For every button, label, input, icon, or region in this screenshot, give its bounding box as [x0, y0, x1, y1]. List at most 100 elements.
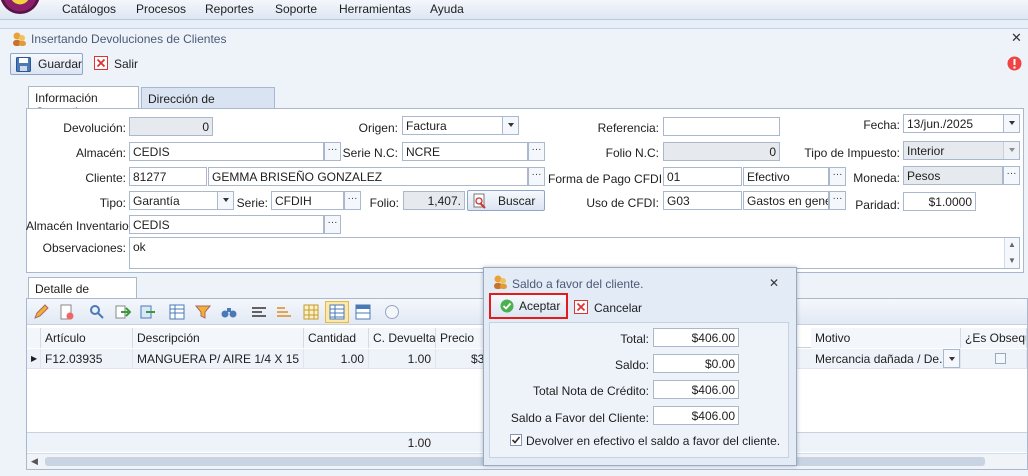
sort-icon[interactable]	[276, 304, 292, 320]
cell-devuelta[interactable]: 1.00	[369, 349, 436, 369]
fecha-picker[interactable]: 13/jun./2025	[903, 114, 1020, 133]
column-es-obsequio[interactable]: ¿Es Obsequ	[961, 328, 1027, 348]
chevron-down-icon[interactable]	[1003, 115, 1019, 132]
folio-nc-field[interactable]: 0	[663, 142, 780, 161]
cell-articulo[interactable]: F12.03935	[41, 349, 133, 369]
obsequio-checkbox[interactable]	[995, 353, 1006, 364]
total-field[interactable]: $406.00	[653, 328, 739, 347]
tab-detalle-articulos[interactable]: Detalle de Artículos	[28, 277, 137, 310]
uso-cfdi-label: Uso de CFDI:	[586, 196, 659, 210]
almacen-field[interactable]: CEDIS	[129, 142, 324, 161]
menu-soporte[interactable]: Soporte	[275, 2, 317, 16]
filter-icon[interactable]	[195, 304, 211, 320]
cell-descripcion[interactable]: MANGUERA P/ AIRE 1/4 X 15 M...	[133, 349, 304, 369]
import-icon[interactable]	[115, 304, 131, 320]
circle-icon[interactable]	[384, 304, 400, 320]
exit-button[interactable]: Salir	[94, 55, 144, 73]
serie-nc-lookup-button[interactable]: ···	[528, 142, 545, 161]
table-icon[interactable]	[169, 304, 185, 320]
serie-nc-field[interactable]: NCRE	[402, 142, 528, 161]
chevron-up-icon[interactable]: ▲	[1008, 240, 1016, 249]
binoculars-icon[interactable]	[221, 304, 237, 320]
cancel-button[interactable]: Cancelar	[574, 298, 654, 316]
origen-label: Origen:	[358, 121, 398, 135]
search-icon[interactable]	[89, 304, 105, 320]
menu-catalogos[interactable]: Catálogos	[62, 2, 116, 16]
folio-nc-label: Folio N.C:	[605, 146, 659, 160]
cell-es-obsequio[interactable]	[961, 349, 1027, 369]
almacen-inventario-lookup-button[interactable]: ···	[324, 215, 341, 234]
chevron-down-icon[interactable]	[217, 192, 233, 209]
form-view-icon[interactable]	[355, 304, 371, 320]
devolver-label: Devolver en efectivo el saldo a favor de…	[526, 434, 781, 448]
close-window-icon[interactable]: ✕	[1011, 30, 1022, 46]
saldo-favor-field[interactable]: $406.00	[653, 406, 739, 425]
cliente-lookup-button[interactable]: ···	[528, 167, 545, 186]
column-cantidad[interactable]: Cantidad	[304, 328, 369, 348]
saldo-label: Saldo:	[614, 358, 649, 372]
tipo-impuesto-label: Tipo de Impuesto:	[804, 146, 900, 160]
origen-select[interactable]: Factura	[402, 116, 519, 135]
observaciones-scrollbar[interactable]: ▲ ▼	[1004, 238, 1019, 268]
column-motivo[interactable]: Motivo	[811, 328, 961, 348]
tab-informacion-general[interactable]: Información General	[28, 86, 139, 119]
menu-procesos[interactable]: Procesos	[136, 2, 186, 16]
fecha-value: 13/jun./2025	[907, 117, 974, 131]
app-logo-icon	[0, 0, 40, 14]
referencia-field[interactable]	[663, 117, 780, 136]
cliente-name-field[interactable]: GEMMA BRISEÑO GONZALEZ	[208, 167, 528, 186]
paridad-field[interactable]: $1.0000	[903, 192, 976, 211]
uso-cfdi-name-field[interactable]: Gastos en gener	[743, 191, 829, 210]
devolucion-field[interactable]: 0	[129, 117, 213, 136]
save-button[interactable]: Guardar	[10, 53, 83, 75]
forma-pago-code-field[interactable]: 01	[663, 167, 742, 186]
tab-direccion-facturacion[interactable]: Dirección de Facturación	[141, 87, 275, 120]
users-icon	[13, 32, 26, 46]
accept-label: Aceptar	[519, 299, 561, 313]
chevron-left-icon[interactable]: ◀	[31, 456, 38, 467]
chevron-down-icon[interactable]	[1003, 142, 1019, 159]
columns-icon[interactable]	[251, 304, 267, 320]
moneda-field[interactable]: Pesos	[903, 166, 1003, 185]
export-icon[interactable]	[140, 304, 156, 320]
accept-button[interactable]: Aceptar	[489, 293, 568, 319]
menu-ayuda[interactable]: Ayuda	[430, 2, 464, 16]
forma-pago-name-field[interactable]: Efectivo	[743, 167, 829, 186]
saldo-field[interactable]: $0.00	[653, 354, 739, 373]
buscar-button[interactable]: Buscar	[467, 190, 545, 211]
moneda-lookup-button[interactable]: ···	[1003, 166, 1020, 185]
chevron-down-icon[interactable]: ▼	[1008, 256, 1016, 265]
column-devuelta[interactable]: C. Devuelta	[369, 328, 436, 348]
tipo-select[interactable]: Garantía	[129, 191, 234, 210]
chevron-down-icon[interactable]	[943, 349, 960, 368]
chevron-down-icon[interactable]	[502, 117, 518, 134]
nota-credito-field[interactable]: $406.00	[653, 380, 739, 399]
cell-cantidad[interactable]: 1.00	[304, 349, 369, 369]
close-dialog-icon[interactable]: ✕	[769, 276, 779, 290]
serie-label: Serie:	[236, 196, 268, 210]
folio-field[interactable]: 1,407.	[403, 191, 465, 210]
window-title: Insertando Devoluciones de Clientes	[31, 32, 227, 46]
serie-field[interactable]: CFDIH	[271, 191, 344, 210]
uso-cfdi-code-field[interactable]: G03	[663, 191, 742, 210]
cliente-code-field[interactable]: 81277	[129, 167, 207, 186]
tipo-impuesto-select[interactable]: Interior	[903, 141, 1020, 160]
motivo-value: Mercancia dañada / De...	[815, 352, 950, 366]
column-descripcion[interactable]: Descripción	[133, 328, 304, 348]
grid-view-toggle[interactable]	[325, 301, 349, 323]
exit-label: Salir	[114, 57, 139, 71]
almacen-inventario-field[interactable]: CEDIS	[129, 215, 324, 234]
grid-icon[interactable]	[303, 304, 319, 320]
close-icon	[94, 56, 108, 70]
serie-lookup-button[interactable]: ···	[344, 191, 361, 210]
new-document-icon[interactable]	[59, 304, 75, 320]
almacen-lookup-button[interactable]: ···	[324, 142, 341, 161]
menu-reportes[interactable]: Reportes	[205, 2, 254, 16]
column-articulo[interactable]: Artículo	[41, 328, 133, 348]
devolver-checkbox[interactable]	[510, 434, 522, 446]
menu-herramientas[interactable]: Herramientas	[339, 2, 411, 16]
edit-icon[interactable]	[33, 304, 49, 320]
cell-motivo[interactable]: Mercancia dañada / De...	[811, 349, 961, 369]
error-alert-icon[interactable]	[1007, 56, 1022, 71]
observaciones-textarea[interactable]: ok	[129, 237, 1020, 269]
